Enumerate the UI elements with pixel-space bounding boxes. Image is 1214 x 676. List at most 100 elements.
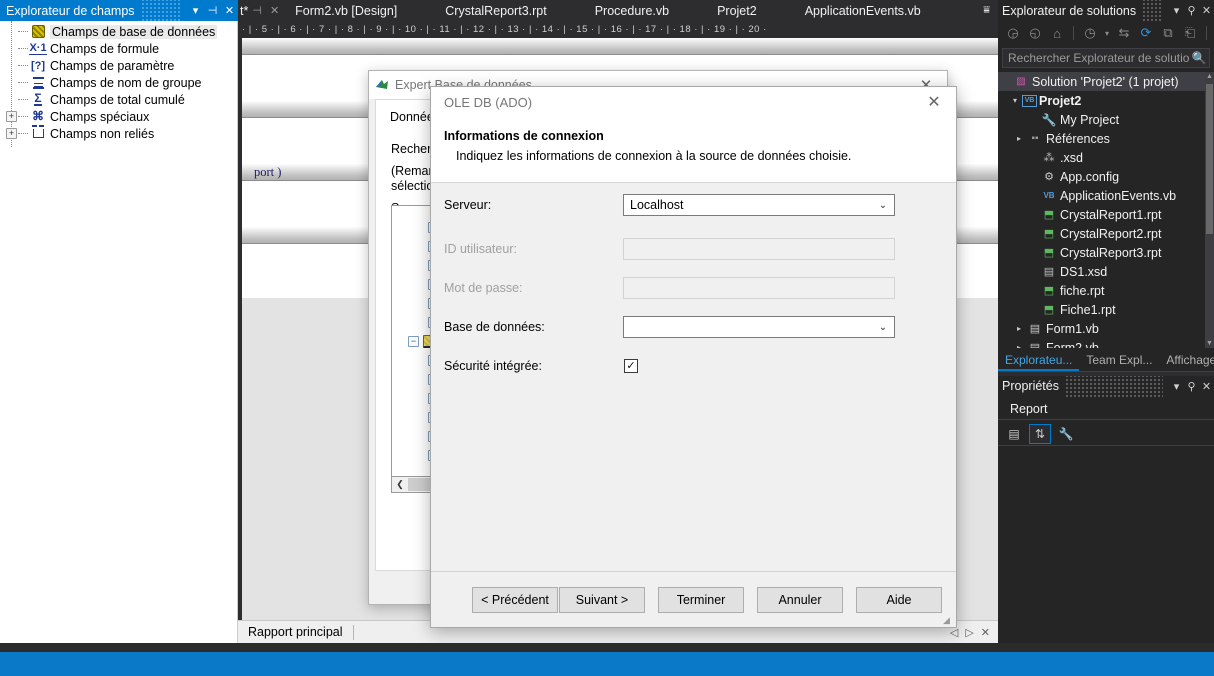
field-node-group-name[interactable]: Champs de nom de groupe	[0, 74, 238, 91]
dropdown-icon[interactable]: ▾	[1102, 23, 1112, 43]
tree-item-form1-vb[interactable]: ▸ ▤ Form1.vb	[998, 319, 1214, 338]
close-icon[interactable]: ✕	[270, 4, 279, 17]
close-icon[interactable]: ✕	[1199, 0, 1214, 21]
server-label: Serveur:	[444, 198, 492, 212]
field-node-unbound[interactable]: + Champs non reliés	[0, 125, 238, 142]
tree-item-crystalreport3[interactable]: ⬒ CrystalReport3.rpt	[998, 243, 1214, 262]
field-node-formula[interactable]: X·1 Champs de formule	[0, 40, 238, 57]
vb-project-icon: VB	[1022, 94, 1037, 107]
field-node-parameter[interactable]: [?] Champs de paramètre	[0, 57, 238, 74]
cancel-button[interactable]: Annuler	[757, 586, 843, 613]
field-explorer-titlebar: Explorateur de champs ▾ ⊣ ✕	[0, 0, 238, 21]
tab-team-explorer[interactable]: Team Expl...	[1079, 349, 1159, 371]
sync-icon[interactable]: ⇆	[1114, 23, 1134, 43]
close-icon[interactable]: ✕	[1199, 376, 1214, 397]
tree-item-label: Form2.vb	[1046, 340, 1099, 349]
help-button[interactable]: Aide	[856, 586, 942, 613]
formula-fields-icon: X·1	[29, 41, 47, 55]
tree-item-xsd[interactable]: ⁂ .xsd	[998, 148, 1214, 167]
tab-applicationevents[interactable]: ApplicationEvents.vb	[795, 0, 931, 21]
expander-icon[interactable]: ▾	[1008, 96, 1022, 105]
tree-item-fiche1-rpt[interactable]: ⬒ Fiche1.rpt	[998, 300, 1214, 319]
close-icon[interactable]: ✕	[981, 626, 990, 639]
tree-item-form2-vb[interactable]: ▸ ▤ Form2.vb	[998, 338, 1214, 349]
dataset-icon: ▤	[1043, 266, 1055, 278]
ole-db-button-bar: < Précédent Suivant > Terminer Annuler A…	[431, 571, 956, 627]
close-icon[interactable]: ✕	[912, 87, 956, 117]
server-combo[interactable]: Localhost ⌄	[623, 194, 895, 216]
xsd-icon: ⁂	[1043, 152, 1055, 164]
pending-changes-icon[interactable]: ◷	[1080, 23, 1100, 43]
expander-icon[interactable]: ▸	[1012, 134, 1026, 143]
next-button[interactable]: Suivant >	[559, 586, 645, 613]
close-icon[interactable]: ✕	[221, 0, 238, 21]
database-combo[interactable]: ⌄	[623, 316, 895, 338]
scroll-down-icon[interactable]: ▼	[1205, 339, 1214, 348]
expander-icon[interactable]: ▸	[1012, 324, 1026, 333]
refresh-icon[interactable]: ⟳	[1136, 23, 1156, 43]
tab-crystalreport3[interactable]: CrystalReport3.rpt	[435, 0, 556, 21]
alphabetical-icon[interactable]: ⇅	[1029, 423, 1051, 444]
scroll-up-icon[interactable]: ▲	[1205, 72, 1214, 81]
collapse-icon[interactable]: −	[408, 336, 419, 347]
previous-button[interactable]: < Précédent	[472, 586, 558, 613]
tree-item-solution[interactable]: ▨ Solution 'Projet2' (1 projet)	[998, 72, 1214, 91]
forward-icon[interactable]: ◵	[1025, 23, 1045, 43]
solution-explorer-search[interactable]: Rechercher Explorateur de solutions 🔍	[1002, 48, 1210, 68]
tab-label: CrystalReport3.rpt	[445, 3, 547, 18]
tree-item-projet2[interactable]: ▾ VB Projet2	[998, 91, 1214, 110]
next-page-icon[interactable]: ▷	[965, 626, 973, 639]
tree-item-app-config[interactable]: ⚙ App.config	[998, 167, 1214, 186]
pin-icon[interactable]: ⚲	[1184, 376, 1199, 397]
expander-icon[interactable]: +	[6, 128, 17, 139]
report-section-separator[interactable]	[242, 38, 998, 55]
tree-item-fiche-rpt[interactable]: ⬒ fiche.rpt	[998, 281, 1214, 300]
pin-icon[interactable]: ⊣	[252, 4, 262, 17]
tab-explorateur[interactable]: Explorateu...	[998, 349, 1080, 371]
dropdown-icon[interactable]: ▾	[1169, 0, 1184, 21]
search-icon[interactable]: 🔍	[1189, 51, 1209, 65]
integrated-security-checkbox[interactable]: ✓	[624, 359, 638, 373]
window-bottom-border	[0, 643, 1214, 652]
pin-icon[interactable]: ⚲	[1184, 0, 1199, 21]
finish-button[interactable]: Terminer	[658, 586, 744, 613]
back-icon[interactable]: ◶	[1003, 23, 1023, 43]
chevron-down-icon[interactable]: ⌄	[872, 322, 894, 333]
properties-object-name: Report	[998, 398, 1214, 420]
chevron-down-icon[interactable]: ⌄	[872, 200, 894, 211]
tab-overflow-icon[interactable]: ⩸	[975, 0, 998, 21]
field-node-label: Champs de formule	[50, 41, 160, 56]
tab-projet2[interactable]: Projet2	[707, 0, 767, 21]
tab-partial[interactable]: t* ⊣ ✕	[238, 0, 285, 21]
pin-icon[interactable]: ⊣	[204, 0, 221, 21]
dropdown-icon[interactable]: ▾	[187, 0, 204, 21]
status-nav: ◁ ▷ ✕	[950, 626, 998, 639]
taskbar[interactable]	[0, 652, 1214, 676]
solution-tree-scrollbar[interactable]: ▲ ▼	[1205, 72, 1214, 348]
field-node-database[interactable]: Champs de base de données	[0, 23, 238, 40]
field-node-special[interactable]: + ⌘ Champs spéciaux	[0, 108, 238, 125]
tab-form2-design[interactable]: Form2.vb [Design]	[285, 0, 407, 21]
resize-grip-icon[interactable]: ◢	[943, 615, 953, 625]
expander-icon[interactable]: +	[6, 111, 17, 122]
tree-item-references[interactable]: ▸ ▪▪ Références	[998, 129, 1214, 148]
scrollbar-thumb[interactable]	[1206, 84, 1213, 234]
solution-explorer-toolbar: ◶ ◵ ⌂ ◷ ▾ ⇆ ⟳ ⧉ ⎗	[998, 21, 1214, 45]
tree-item-ds1-xsd[interactable]: ▤ DS1.xsd	[998, 262, 1214, 281]
show-all-files-icon[interactable]: ⎗	[1180, 23, 1200, 43]
tab-affichage[interactable]: Affichage...	[1159, 349, 1214, 371]
dropdown-icon[interactable]: ▾	[1169, 376, 1184, 397]
categorized-icon[interactable]: ▤	[1003, 424, 1025, 444]
tab-procedure[interactable]: Procedure.vb	[585, 0, 679, 21]
property-pages-icon[interactable]: 🔧	[1055, 424, 1077, 444]
home-icon[interactable]: ⌂	[1047, 23, 1067, 43]
tree-item-applicationevents[interactable]: VB ApplicationEvents.vb	[998, 186, 1214, 205]
tree-item-my-project[interactable]: 🔧 My Project	[998, 110, 1214, 129]
search-input[interactable]: Rechercher Explorateur de solutions	[1003, 51, 1189, 65]
field-node-running-total[interactable]: Σ Champs de total cumulé	[0, 91, 238, 108]
tree-item-crystalreport2[interactable]: ⬒ CrystalReport2.rpt	[998, 224, 1214, 243]
collapse-all-icon[interactable]: ⧉	[1158, 23, 1178, 43]
tree-item-crystalreport1[interactable]: ⬒ CrystalReport1.rpt	[998, 205, 1214, 224]
drag-dots	[1142, 0, 1163, 21]
scroll-left-icon[interactable]: ❮	[392, 479, 408, 490]
